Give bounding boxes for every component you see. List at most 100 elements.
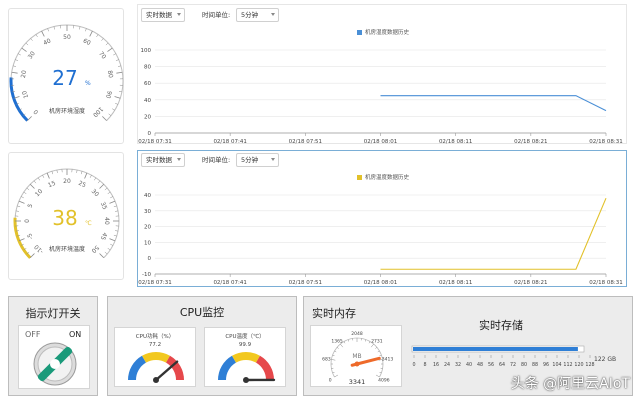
storage-tick-label: 24	[444, 362, 450, 368]
cpu-usage-gauge-card: CPU功耗（%） 77.2	[114, 327, 196, 387]
y-tick-label: 40	[144, 98, 151, 104]
gauge-tick	[334, 350, 337, 353]
gauge-tick	[25, 42, 29, 46]
y-tick-label: 80	[144, 65, 151, 71]
gauge-tick	[379, 371, 382, 374]
gauge-needle-hub	[153, 377, 159, 383]
gauge-tick-label: 70	[97, 50, 107, 60]
gauge-tick-label: 40	[42, 37, 52, 47]
gauge-tick	[47, 28, 49, 32]
x-tick-label: 02/18 08:11	[439, 280, 472, 286]
gauge-tick-label: 45	[99, 231, 108, 241]
gauge-tick	[17, 205, 21, 208]
gauge-tick-label: 50	[90, 244, 100, 254]
gauge-tick	[97, 180, 101, 184]
storage-fill	[413, 347, 578, 351]
gauge-tick	[109, 200, 116, 204]
storage-tick-label: 112	[563, 362, 572, 368]
memory-gauge-card: 0 683 1365 2048 2731 3413 4096 MB 3341	[310, 325, 402, 387]
gauge-tick-label: -10	[33, 243, 45, 255]
gauge-tick	[104, 251, 108, 255]
gauge-tick-label: 5	[27, 203, 35, 209]
storage-tick-label: 40	[466, 362, 472, 368]
gauge-tick	[334, 374, 339, 378]
gauge-band	[128, 355, 147, 381]
y-tick-label: 0	[148, 131, 152, 137]
temperature-gauge: -10 -5 0 5 1015 20 2530 35 40 45 50 38 ℃ 机房环境温度	[13, 168, 120, 259]
x-tick-label: 02/18 07:51	[289, 280, 322, 286]
gauge-tick-label: 20	[20, 70, 28, 79]
gauge-tick	[118, 91, 122, 93]
series-line	[380, 95, 607, 112]
storage-tick-label: 128	[585, 362, 594, 368]
gauge-tick	[101, 38, 104, 41]
gauge-tick	[109, 238, 116, 242]
storage-title: 实时存储	[479, 319, 523, 332]
gauge-tick	[51, 171, 54, 175]
x-tick-label: 02/18 08:01	[364, 139, 397, 145]
gauge-tick-label: 0	[329, 378, 332, 384]
storage-tick-label: 120	[574, 362, 583, 368]
cpu-usage-gauge	[128, 352, 184, 383]
gauge-value: 27	[52, 66, 77, 90]
gauge-tick	[368, 341, 371, 344]
gauge-tick	[18, 200, 25, 204]
gauge-tick	[107, 191, 111, 194]
x-tick-label: 02/18 08:31	[589, 139, 622, 145]
gauge-tick	[108, 113, 112, 116]
gauge-band	[255, 355, 274, 381]
gauge-tick	[84, 172, 88, 179]
gauge-tick	[33, 180, 37, 184]
gauge-tick-label: -5	[26, 232, 35, 240]
y-tick-label: 30	[144, 209, 151, 215]
storage-tick-label: 72	[510, 362, 516, 368]
switch-on-label: ON	[69, 330, 81, 339]
gauge-tick	[99, 253, 105, 259]
cpu-temp-gauge	[218, 352, 276, 383]
gauge-tick	[113, 53, 116, 56]
temperature-gauge-card: -10 -5 0 5 10 15 20 25 30 35 40 45 50 38 ℃ 机房环境温度	[8, 152, 124, 280]
storage-tick-label: 64	[499, 362, 505, 368]
gauge-tick	[29, 183, 35, 189]
gauge-needle-hub	[354, 361, 360, 367]
storage-tick-label: 56	[488, 362, 494, 368]
gauge-tick	[89, 175, 92, 178]
gauge-tick	[79, 26, 81, 30]
gauge-tick	[115, 59, 119, 61]
gauge-tick	[18, 53, 21, 56]
gauge-tick	[11, 71, 18, 74]
gauge-tick-label: 3413	[382, 357, 394, 363]
humidity-history-chart-card: 实时数据 时间单位: 5分钟 机房湿度数据历史 0 20 40 60 80 100 02/1…	[137, 4, 627, 145]
gauge-tick	[37, 177, 40, 181]
storage-tick-label: 88	[532, 362, 538, 368]
temperature-line-chart: -10 0 10 20 30 40 02/18 07:31 02/18 07:41 02/18 …	[138, 193, 622, 286]
y-tick-label: 20	[144, 225, 151, 231]
x-tick-label: 02/18 08:11	[439, 139, 472, 145]
watermark: 头条 @阿里云AIoT	[510, 376, 630, 392]
gauge-tick	[102, 116, 107, 121]
rotary-switch[interactable]: OFF ON	[19, 326, 91, 390]
gauge-label: 机房环境湿度	[49, 107, 85, 115]
memory-title: 实时内存	[312, 307, 356, 320]
x-tick-label: 02/18 08:01	[364, 280, 397, 286]
gauge-tick-label: 25	[77, 180, 87, 189]
gauge-tick-label: 2731	[371, 338, 383, 344]
storage-bar: 122 GB 0 8 16 24 32 40 48 56 64 72 80 88 96 104 112 120 1…	[411, 345, 616, 368]
gauge-tick	[375, 347, 378, 349]
gauge-tick	[375, 374, 380, 378]
gauge-tick	[104, 187, 108, 191]
gauge-tick	[347, 339, 350, 342]
gauge-tick-label: 90	[104, 90, 113, 100]
gauge-unit: ℃	[85, 220, 92, 227]
light-switch-panel: 指示灯开关 OFF ON	[8, 296, 98, 396]
gauge-tick	[379, 354, 382, 357]
y-tick-label: 100	[141, 48, 152, 54]
gauge-tick	[15, 210, 19, 212]
gauge-tick	[115, 230, 119, 232]
gauge-tick	[53, 26, 55, 30]
y-tick-label: 40	[144, 193, 151, 199]
gauge-tick-label: 0	[24, 219, 31, 223]
gauge-tick	[331, 359, 336, 361]
gauge-tick	[116, 71, 123, 74]
memory-gauge: 0 683 1365 2048 2731 3413 4096 MB 3341	[322, 331, 394, 386]
